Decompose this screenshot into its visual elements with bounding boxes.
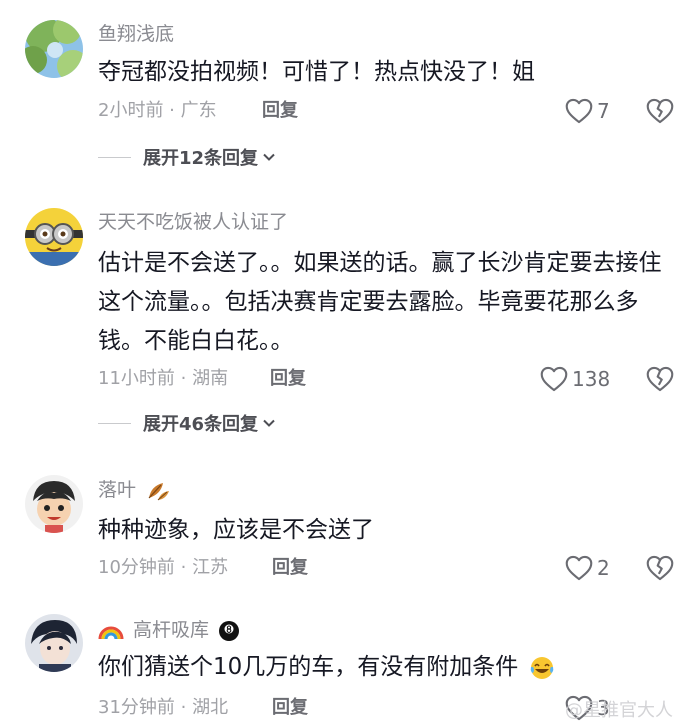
like-button[interactable]: 138 xyxy=(540,364,610,394)
broken-heart-icon[interactable] xyxy=(646,97,674,125)
comment-meta: 10分钟前 · 江苏 xyxy=(98,557,229,578)
comment-text: 你们猜送个10几万的车，有没有附加条件 xyxy=(98,648,668,687)
avatar-user-2[interactable] xyxy=(25,208,83,266)
comment-username[interactable]: 天天不吃饭被人认证了 xyxy=(98,210,288,234)
reply-button[interactable]: 回复 xyxy=(270,367,306,391)
avatar-image xyxy=(25,614,83,672)
expand-replies-button[interactable]: 展开12条回复 xyxy=(98,145,276,169)
avatar-user-1[interactable] xyxy=(25,20,83,78)
comment-meta: 11小时前 · 湖南 xyxy=(98,368,229,389)
heart-outline-icon xyxy=(565,555,593,581)
comment-username[interactable]: 高杆吸库 xyxy=(98,618,240,642)
reply-button[interactable]: 回复 xyxy=(262,99,298,123)
expand-replies-label: 展开46条回复 xyxy=(143,414,259,435)
like-button[interactable]: 7 xyxy=(565,96,610,126)
comment-meta: 31分钟前 · 湖北 xyxy=(98,697,229,718)
broken-heart-icon[interactable] xyxy=(646,365,674,393)
expand-replies-button[interactable]: 展开46条回复 xyxy=(98,411,276,435)
reply-button[interactable]: 回复 xyxy=(272,696,308,720)
like-button[interactable]: 2 xyxy=(565,553,610,583)
broken-heart-icon[interactable] xyxy=(646,554,674,582)
comment-text-content: 你们猜送个10几万的车，有没有附加条件 xyxy=(98,654,519,680)
avatar-image xyxy=(25,208,83,266)
heart-outline-icon xyxy=(565,98,593,124)
heart-outline-icon xyxy=(540,366,568,392)
divider-line xyxy=(98,156,131,158)
chevron-down-icon xyxy=(263,419,275,427)
avatar-image xyxy=(25,475,83,533)
comment-text: 估计是不会送了。。如果送的话。赢了长沙肯定要去接住这个流量。。包括决赛肯定要去露… xyxy=(98,250,662,354)
comment-text: 种种迹象，应该是不会送了 xyxy=(98,517,374,543)
chevron-down-icon xyxy=(263,153,275,161)
comment-text: 夺冠都没拍视频！可惜了！热点快没了！姐 xyxy=(98,59,535,85)
like-count: 138 xyxy=(572,367,611,391)
reply-button[interactable]: 回复 xyxy=(272,556,308,580)
avatar-user-3[interactable] xyxy=(25,475,83,533)
comment-username[interactable]: 鱼翔浅底 xyxy=(98,22,174,46)
comment-username-text: 落叶 xyxy=(98,479,137,501)
divider-line xyxy=(98,422,131,424)
eight-ball-icon xyxy=(219,620,240,641)
fallen-leaf-icon xyxy=(148,482,170,500)
comment-username-text: 高杆吸库 xyxy=(133,619,210,641)
avatar-image xyxy=(25,20,83,78)
like-count: 7 xyxy=(597,99,610,123)
expand-replies-label: 展开12条回复 xyxy=(143,148,259,169)
like-count: 2 xyxy=(597,556,610,580)
rainbow-icon xyxy=(98,626,124,639)
comment-username[interactable]: 落叶 xyxy=(98,478,171,502)
laughing-crying-emoji-icon xyxy=(530,656,553,679)
watermark: @星推官大人 xyxy=(565,700,673,721)
comment-meta: 2小时前 · 广东 xyxy=(98,100,217,121)
avatar-user-4[interactable] xyxy=(25,614,83,672)
